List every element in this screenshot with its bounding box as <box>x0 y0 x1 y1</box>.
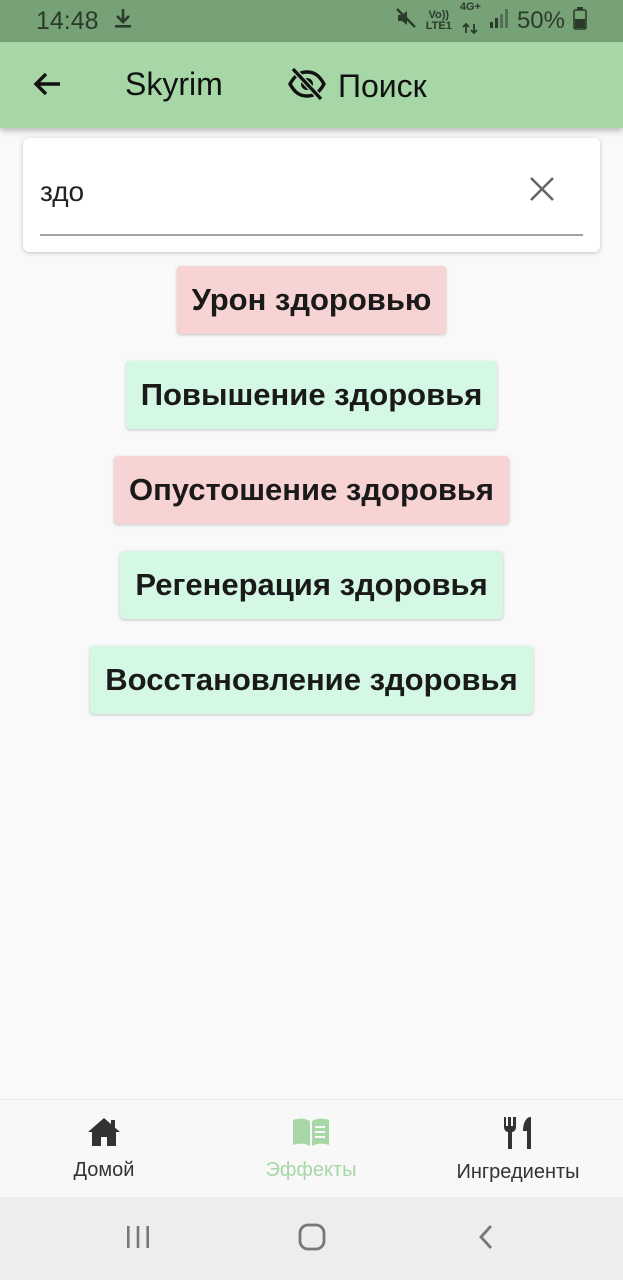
status-time: 14:48 <box>36 6 99 35</box>
search-input[interactable] <box>40 166 510 218</box>
nav-ingredients-label: Ингредиенты <box>456 1161 580 1183</box>
recent-apps-icon <box>124 1224 152 1255</box>
close-icon <box>529 176 555 207</box>
effect-chip-regenerate-health[interactable]: Регенерация здоровья <box>120 551 503 619</box>
status-bar: 14:48 Vo)) LTE1 4G+ 50% <box>0 0 623 42</box>
clear-search-button[interactable] <box>523 172 561 210</box>
effect-chip-fortify-health[interactable]: Повышение здоровья <box>125 361 498 429</box>
effect-chip-ravage-health[interactable]: Опустошение здоровья <box>113 456 510 524</box>
book-icon <box>291 1116 331 1153</box>
search-card <box>23 138 600 252</box>
search-toggle-button[interactable]: Поиск <box>288 64 427 108</box>
nav-home[interactable]: Домой <box>60 1116 148 1190</box>
back-button[interactable] <box>26 64 70 108</box>
home-icon <box>86 1116 122 1153</box>
chevron-left-icon <box>476 1223 496 1256</box>
search-underline <box>40 234 583 236</box>
nav-ingredients[interactable]: Ингредиенты <box>450 1116 586 1190</box>
signal-icon <box>489 7 509 36</box>
nav-effects[interactable]: Эффекты <box>255 1116 367 1190</box>
network-indicator: 4G+ <box>460 1 481 41</box>
arrow-left-icon <box>32 68 64 105</box>
battery-percent: 50% <box>516 7 565 34</box>
effect-chip-damage-health[interactable]: Урон здоровью <box>176 266 447 334</box>
effects-results-list: Урон здоровью Повышение здоровья Опустош… <box>0 266 623 714</box>
app-bar: Skyrim Поиск <box>0 42 623 128</box>
data-arrows-icon <box>462 13 479 41</box>
eye-off-icon <box>288 66 326 106</box>
home-system-button[interactable] <box>292 1219 332 1259</box>
volte-indicator: Vo)) LTE1 <box>425 9 452 32</box>
download-icon <box>113 7 133 36</box>
nav-home-label: Домой <box>73 1159 135 1181</box>
effect-chip-restore-health[interactable]: Восстановление здоровья <box>90 646 533 714</box>
nav-effects-label: Эффекты <box>265 1159 357 1181</box>
bottom-navigation: Домой Эффекты Ингредиенты <box>0 1099 623 1197</box>
home-circle-icon <box>297 1222 327 1257</box>
utensils-icon <box>500 1116 536 1155</box>
system-navigation-bar <box>0 1197 623 1280</box>
app-title: Skyrim <box>125 66 223 102</box>
recent-apps-button[interactable] <box>118 1219 158 1259</box>
mute-icon <box>394 6 418 37</box>
back-system-button[interactable] <box>466 1219 506 1259</box>
search-toggle-label: Поиск <box>338 67 427 104</box>
battery-icon <box>573 6 587 37</box>
